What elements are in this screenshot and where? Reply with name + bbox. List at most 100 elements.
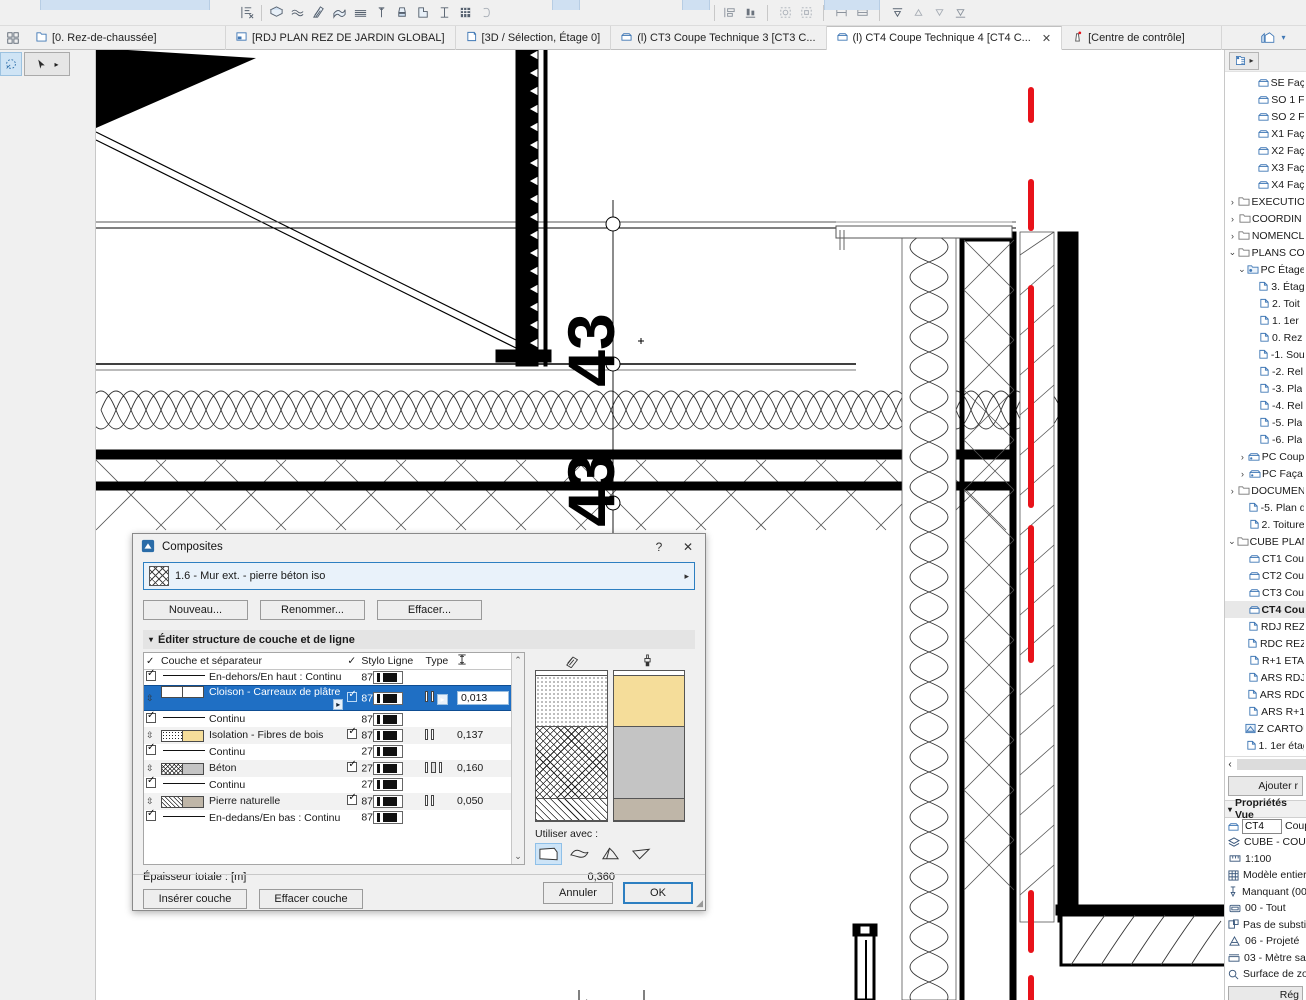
shell-use-icon[interactable] xyxy=(566,843,593,865)
pen-cell[interactable]: 87 xyxy=(359,809,424,827)
separator-row[interactable]: Continu 27 xyxy=(144,743,511,761)
scroll-left-icon[interactable]: ‹ xyxy=(1225,759,1235,770)
layer-surface-swatch[interactable] xyxy=(182,795,205,808)
elev-bottom-icon[interactable] xyxy=(951,4,969,22)
tree-item-10[interactable]: ⌄ PLANS CO xyxy=(1225,244,1306,261)
tree-item-23[interactable]: › PC Faça xyxy=(1225,465,1306,482)
tree-twisty-icon[interactable]: › xyxy=(1238,452,1247,462)
navigator-hscrollbar[interactable]: ‹ xyxy=(1225,756,1306,772)
separator-check-cell[interactable] xyxy=(144,809,160,827)
scroll-down-icon[interactable]: ⌄ xyxy=(514,851,522,862)
tab-centre-de-controle[interactable]: [Centre de contrôle] xyxy=(1062,26,1223,50)
tree-item-7[interactable]: › EXECUTIO xyxy=(1225,193,1306,210)
thickness-cell[interactable]: 0,050 xyxy=(454,793,511,810)
new-button[interactable]: Nouveau... xyxy=(143,600,248,620)
property-row-5[interactable]: Pas de substituti xyxy=(1225,917,1306,934)
tree-item-27[interactable]: ⌄ CUBE PLAN xyxy=(1225,533,1306,550)
ungroup-icon[interactable] xyxy=(797,4,815,22)
tree-item-38[interactable]: Z CARTOU xyxy=(1225,720,1306,737)
pen-cell[interactable]: 87 xyxy=(359,684,424,712)
close-icon[interactable]: ✕ xyxy=(677,540,699,554)
pen-cell[interactable]: 27 xyxy=(359,760,424,777)
tree-item-20[interactable]: -5. Pla xyxy=(1225,414,1306,431)
resize-grip-icon[interactable]: ◢ xyxy=(696,898,703,909)
chevron-right-icon[interactable]: ▸ xyxy=(684,571,689,582)
pen-check-cell[interactable] xyxy=(345,793,360,810)
tree-item-33[interactable]: RDC REZ xyxy=(1225,635,1306,652)
pen-cell[interactable]: 27 xyxy=(359,743,424,761)
roof-icon[interactable] xyxy=(309,4,327,22)
type-cell[interactable] xyxy=(423,793,455,810)
layer-fill-swatch[interactable] xyxy=(161,762,184,775)
layer-name-cell[interactable]: Béton xyxy=(159,760,346,777)
tab-ct3-coupe-technique-3[interactable]: (l) CT3 Coupe Technique 3 [CT3 C... xyxy=(611,26,827,50)
thickness-cell[interactable]: 0,160 xyxy=(454,760,511,777)
type-glyph-core[interactable] xyxy=(425,761,443,773)
elev-up-icon[interactable] xyxy=(909,4,927,22)
separator-row[interactable]: En-dedans/En bas : Continu 87 xyxy=(144,809,511,827)
tree-item-5[interactable]: X3 Faç xyxy=(1225,159,1306,176)
layer-row[interactable]: ⇳Cloison - Carreaux de plâtre▸87▸0,013 xyxy=(144,684,511,712)
tree-item-31[interactable]: CT4 Cou xyxy=(1225,601,1306,618)
tree-item-15[interactable]: 0. Rez xyxy=(1225,329,1306,346)
text-icon[interactable] xyxy=(435,4,453,22)
tree-item-19[interactable]: -4. Rel xyxy=(1225,397,1306,414)
row-drag-handle[interactable]: ⇳ xyxy=(144,684,160,712)
view-id-input[interactable] xyxy=(1242,818,1282,834)
tree-item-30[interactable]: CT3 Cou xyxy=(1225,584,1306,601)
separator-check-cell[interactable] xyxy=(144,710,160,728)
thickness-cell[interactable] xyxy=(454,809,511,827)
chevron-down-icon[interactable]: ▾ xyxy=(1228,805,1232,814)
layer-settings-icon[interactable] xyxy=(238,4,256,22)
tree-item-21[interactable]: -6. Pla xyxy=(1225,431,1306,448)
roof-use-icon[interactable] xyxy=(597,843,624,865)
tree-twisty-icon[interactable]: › xyxy=(1228,197,1237,207)
tree-item-28[interactable]: CT1 Cou xyxy=(1225,550,1306,567)
type-cell[interactable] xyxy=(423,776,455,794)
layer-fill-swatch[interactable] xyxy=(161,686,184,699)
group-icon[interactable] xyxy=(776,4,794,22)
composites-dialog[interactable]: Composites ? ✕ 1.6 - Mur ext. - pierre b… xyxy=(132,533,706,911)
layer-row[interactable]: ⇳ Pierre naturelle 87 0,050 xyxy=(144,793,511,810)
tree-twisty-icon[interactable]: ⌄ xyxy=(1228,536,1236,547)
wall-use-icon[interactable] xyxy=(535,843,562,865)
type-dropdown-icon[interactable]: ▸ xyxy=(437,694,448,706)
tree-item-39[interactable]: 1. 1er étag xyxy=(1225,737,1306,754)
elev-down-icon[interactable] xyxy=(930,4,948,22)
tree-item-6[interactable]: X4 Faç xyxy=(1225,176,1306,193)
pen-swatch[interactable] xyxy=(373,712,403,726)
tree-item-25[interactable]: -5. Plan d xyxy=(1225,499,1306,516)
stair-icon[interactable] xyxy=(414,4,432,22)
slab-icon[interactable] xyxy=(288,4,306,22)
tree-item-35[interactable]: ARS RDJ xyxy=(1225,669,1306,686)
arrow-more-icon[interactable]: ▸ xyxy=(54,60,58,69)
pen-cell[interactable]: 87 xyxy=(359,710,424,728)
dialog-titlebar[interactable]: Composites ? ✕ xyxy=(133,534,705,560)
pen-check-cell[interactable] xyxy=(345,727,360,744)
thickness-cell[interactable]: 0,137 xyxy=(454,727,511,744)
tree-item-16[interactable]: -1. Sou xyxy=(1225,346,1306,363)
pen-check-cell[interactable] xyxy=(345,760,360,777)
pen-swatch[interactable] xyxy=(373,794,403,808)
properties-header[interactable]: ▾ Propriétés Vue xyxy=(1225,797,1306,821)
scroll-up-icon[interactable]: ⌃ xyxy=(514,655,522,666)
layers-table-wrapper[interactable]: ✓ Couche et séparateur ✓ Stylo Ligne Typ… xyxy=(143,652,525,865)
delete-button[interactable]: Effacer... xyxy=(377,600,482,620)
arrow-select-icon[interactable]: ▸ xyxy=(24,52,70,76)
layer-name-cell[interactable]: Isolation - Fibres de bois xyxy=(159,727,346,744)
scroll-thumb[interactable] xyxy=(1237,759,1306,770)
layers-scrollbar[interactable]: ⌃ ⌄ xyxy=(511,653,524,864)
property-row-0[interactable]: CUBE - COUPES T xyxy=(1225,834,1306,851)
tree-item-32[interactable]: RDJ REZ xyxy=(1225,618,1306,635)
grid-view-icon[interactable] xyxy=(0,26,26,49)
row-drag-handle[interactable]: ⇳ xyxy=(144,760,160,777)
thickness-cell[interactable] xyxy=(454,669,511,686)
tree-item-9[interactable]: › NOMENCL xyxy=(1225,227,1306,244)
row-drag-handle[interactable]: ⇳ xyxy=(144,793,160,810)
navigator-settings-icon[interactable]: ▸ xyxy=(1229,51,1259,70)
pen-cell[interactable]: 87 xyxy=(359,669,424,686)
layer-fill-swatch[interactable] xyxy=(161,729,184,742)
pen-swatch[interactable] xyxy=(373,761,403,775)
type-cell[interactable] xyxy=(423,727,455,744)
tree-twisty-icon[interactable]: › xyxy=(1228,214,1237,224)
